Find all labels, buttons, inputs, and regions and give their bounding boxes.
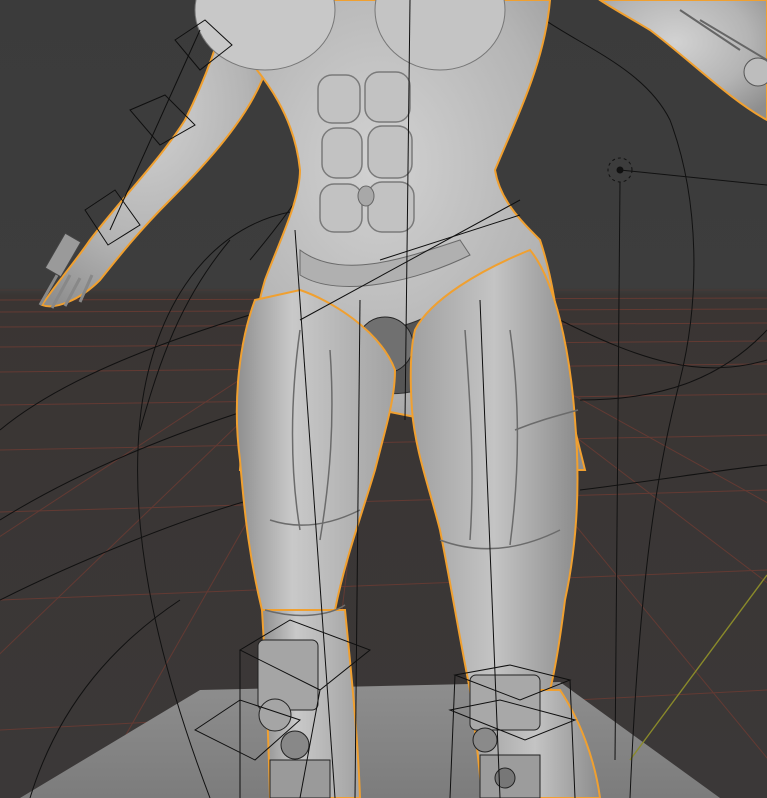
3d-viewport[interactable] — [0, 0, 767, 798]
viewport-canvas[interactable] — [0, 0, 767, 798]
